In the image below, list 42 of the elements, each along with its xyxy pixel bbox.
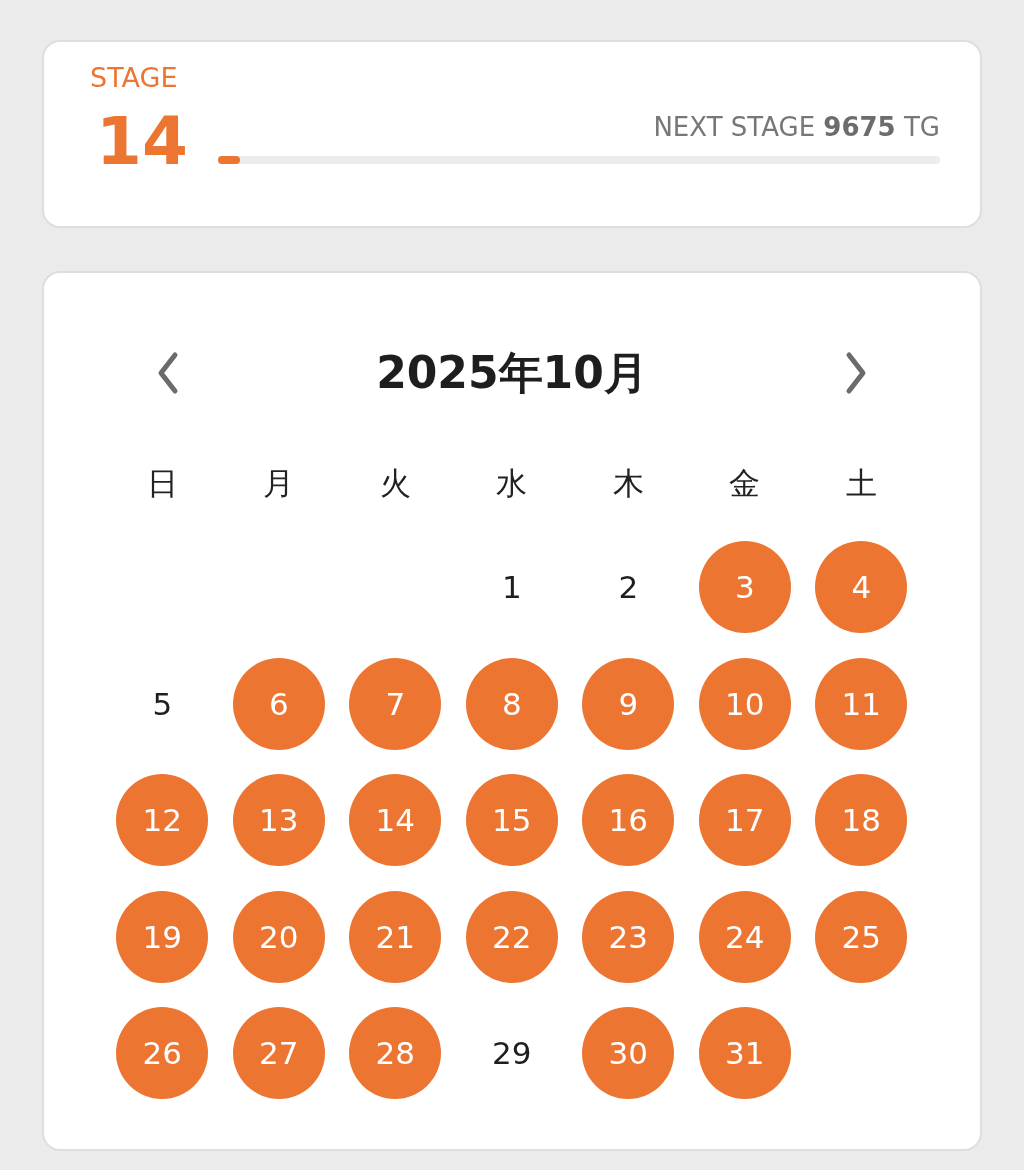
marked-day[interactable]: 25 bbox=[815, 890, 908, 983]
weekday-label: 金 bbox=[729, 464, 761, 503]
stage-label: STAGE bbox=[90, 61, 179, 95]
weekday-label: 土 bbox=[845, 464, 877, 503]
marked-day[interactable]: 3 bbox=[698, 541, 791, 634]
weekday-label: 水 bbox=[496, 464, 528, 503]
calendar-day[interactable]: 1 bbox=[465, 541, 558, 634]
weekday-label: 火 bbox=[379, 464, 411, 503]
weekday-label: 月 bbox=[263, 464, 295, 503]
marked-day[interactable]: 13 bbox=[232, 774, 325, 867]
marked-day[interactable]: 11 bbox=[815, 657, 908, 750]
marked-day[interactable]: 18 bbox=[815, 774, 908, 867]
marked-day[interactable]: 28 bbox=[349, 1007, 442, 1100]
marked-day[interactable]: 21 bbox=[349, 890, 442, 983]
marked-day[interactable]: 22 bbox=[465, 890, 558, 983]
marked-day[interactable]: 9 bbox=[582, 657, 675, 750]
marked-day[interactable]: 26 bbox=[116, 1007, 209, 1100]
calendar-day[interactable]: 2 bbox=[582, 541, 675, 634]
calendar-day[interactable]: 5 bbox=[116, 657, 209, 750]
next-stage-text: NEXT STAGE 9675 TG bbox=[653, 111, 940, 144]
marked-day[interactable]: 7 bbox=[349, 657, 442, 750]
marked-day[interactable]: 24 bbox=[698, 890, 791, 983]
marked-day[interactable]: 30 bbox=[582, 1007, 675, 1100]
marked-day[interactable]: 8 bbox=[465, 657, 558, 750]
marked-day[interactable]: 27 bbox=[232, 1007, 325, 1100]
marked-day[interactable]: 17 bbox=[698, 774, 791, 867]
stage-number: 14 bbox=[95, 106, 188, 178]
marked-day[interactable]: 31 bbox=[698, 1007, 791, 1100]
weekday-label: 木 bbox=[612, 464, 644, 503]
marked-day[interactable]: 4 bbox=[815, 541, 908, 634]
marked-day[interactable]: 14 bbox=[349, 774, 442, 867]
marked-day[interactable]: 23 bbox=[582, 890, 675, 983]
marked-day[interactable]: 12 bbox=[116, 774, 209, 867]
calendar-day[interactable]: 29 bbox=[465, 1007, 558, 1100]
month-title: 2025年10月 bbox=[376, 345, 648, 400]
weekday-label: 日 bbox=[146, 464, 178, 503]
marked-day[interactable]: 15 bbox=[465, 774, 558, 867]
marked-day[interactable]: 19 bbox=[116, 890, 209, 983]
marked-day[interactable]: 6 bbox=[232, 657, 325, 750]
marked-day[interactable]: 20 bbox=[232, 890, 325, 983]
marked-day[interactable]: 10 bbox=[698, 657, 791, 750]
marked-day[interactable]: 16 bbox=[582, 774, 675, 867]
